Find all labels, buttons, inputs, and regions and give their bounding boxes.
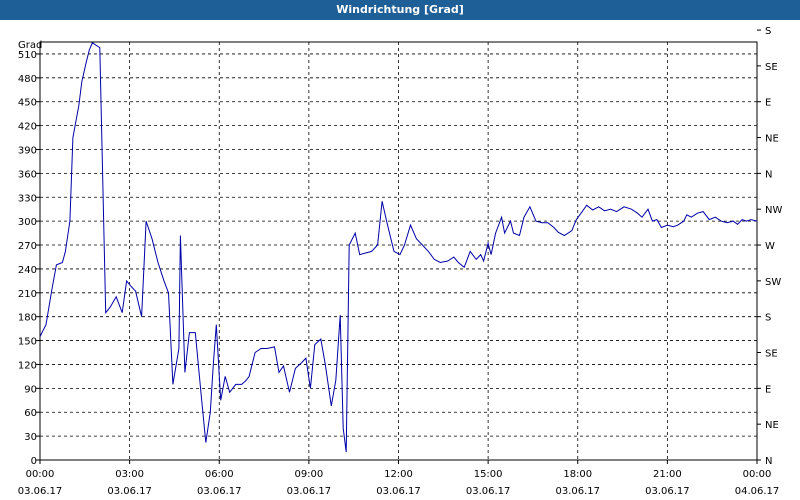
y-tick-label: 450 [18,98,37,109]
right-tick-label: E [765,98,771,109]
right-tick-label: SW [765,277,781,288]
y-tick-label: 0 [31,456,37,467]
y-tick-label: 300 [18,217,37,228]
x-tick-time-label: 00:00 [26,469,55,480]
y-tick-label: 30 [24,432,37,443]
x-tick-time-label: 21:00 [653,469,682,480]
x-tick-time-label: 09:00 [294,469,323,480]
x-tick-date-label: 03.06.17 [197,486,242,497]
y-tick-label: 180 [18,313,37,324]
right-tick-label: SE [765,349,778,360]
x-tick-date-label: 03.06.17 [376,486,421,497]
x-tick-date-label: 03.06.17 [645,486,690,497]
x-tick-time-label: 06:00 [205,469,234,480]
right-tick-label: SE [765,62,778,73]
x-tick-date-label: 03.06.17 [555,486,600,497]
y-tick-label: 360 [18,169,37,180]
y-tick-label: 510 [18,50,37,61]
x-tick-time-label: 00:00 [743,469,772,480]
x-tick-time-label: 15:00 [474,469,503,480]
x-axis-ticks: 00:00 03.06.17 03:00 03.06.17 06:00 03.06.17 0… [18,460,780,497]
grid [40,42,757,460]
y-tick-label: 240 [18,265,37,276]
wind-direction-chart: 0 30 60 90 120 150 180 210 240 270 300 330 360 390 420… [18,26,783,497]
x-tick-time-label: 03:00 [115,469,144,480]
y-tick-label: 120 [18,360,37,371]
chart-title: Windrichtung [Grad] [336,3,464,16]
right-tick-label: S [765,313,771,324]
left-axis-ticks: 0 30 60 90 120 150 180 210 240 270 300 330 360 390 420… [18,50,40,467]
x-tick-time-label: 12:00 [384,469,413,480]
y-tick-label: 420 [18,122,37,133]
right-tick-label: N [765,456,772,467]
y-tick-label: 330 [18,193,37,204]
right-tick-label: S [765,26,771,37]
y-tick-label: 150 [18,337,37,348]
right-axis-ticks: N NE E SE S SW W NW N NE E SE S [757,26,782,467]
x-tick-date-label: 03.06.17 [107,486,152,497]
right-tick-label: N [765,169,772,180]
right-tick-label: NE [765,420,779,431]
right-tick-label: W [765,241,775,252]
y-tick-label: 90 [24,384,37,395]
x-tick-date-label: 03.06.17 [287,486,332,497]
x-tick-date-label: 03.06.17 [466,486,511,497]
y-tick-label: 270 [18,241,37,252]
y-tick-label: 480 [18,74,37,85]
x-tick-date-label: 04.06.17 [735,486,780,497]
right-tick-label: NE [765,134,779,145]
y-tick-label: 390 [18,145,37,156]
y-tick-label: 60 [24,408,37,419]
y-tick-label: 210 [18,289,37,300]
x-tick-time-label: 18:00 [563,469,592,480]
x-tick-date-label: 03.06.17 [18,486,63,497]
right-tick-label: E [765,384,771,395]
y-axis-label: Grad [18,40,42,51]
right-tick-label: NW [765,205,782,216]
chart-title-bar: Windrichtung [Grad] [0,0,800,20]
